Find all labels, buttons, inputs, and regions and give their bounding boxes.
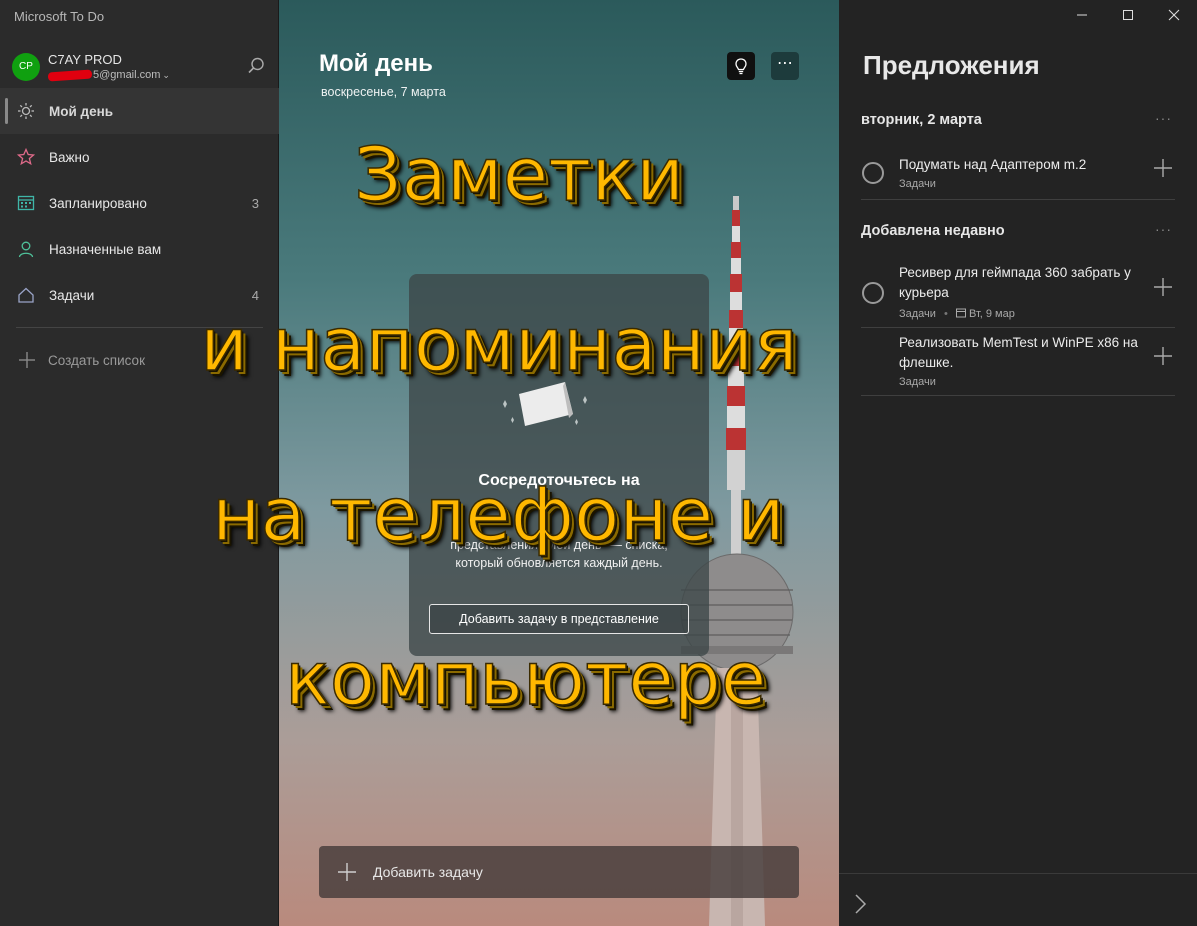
suggestion-list: Задачи <box>899 308 936 320</box>
chevron-right-icon <box>855 894 867 914</box>
paper-illustration-icon <box>503 382 587 426</box>
person-icon <box>18 241 34 258</box>
home-icon <box>18 287 34 303</box>
star-icon <box>17 148 35 166</box>
plus-icon <box>19 352 35 368</box>
complete-checkbox[interactable] <box>862 162 884 184</box>
account-email-text: 5@gmail.com <box>93 69 161 81</box>
add-task-placeholder: Добавить задачу <box>373 864 483 880</box>
suggestions-title: Предложения <box>863 50 1040 80</box>
focus-description: представления "Мой день" — списка, котор… <box>429 536 689 572</box>
focus-desc-line: который обновляется каждый день. <box>455 556 663 570</box>
suggestion-item[interactable]: Подумать над Адаптером m.2 Задачи <box>861 146 1175 200</box>
sidebar-item-my-day[interactable]: Мой день <box>0 88 279 134</box>
divider <box>16 327 263 328</box>
plus-icon <box>338 863 356 881</box>
meta-separator: • <box>944 308 948 320</box>
account-name: C7AY PROD <box>48 52 122 67</box>
account-switcher[interactable]: CP C7AY PROD 5@gmail.com ⌄ <box>12 50 267 84</box>
suggestion-text: Подумать над Адаптером m.2 <box>899 157 1087 172</box>
focus-desc-line: представления "Мой день" — списка, <box>450 538 668 552</box>
maximize-icon <box>1123 10 1133 20</box>
lightbulb-icon <box>735 58 747 75</box>
suggestions-button[interactable] <box>727 52 755 80</box>
complete-checkbox[interactable] <box>862 282 884 304</box>
redaction-mark <box>47 69 93 82</box>
minimize-button[interactable] <box>1059 0 1105 30</box>
add-to-my-day-icon[interactable] <box>1153 346 1173 366</box>
sidebar-item-planned[interactable]: Запланировано 3 <box>0 180 279 226</box>
create-list-label: Создать список <box>48 352 145 368</box>
suggestion-list: Задачи <box>899 376 936 388</box>
create-list-button[interactable]: Создать список <box>0 337 279 383</box>
suggestion-text: Ресивер для геймпада 360 забрать у курье… <box>899 265 1131 300</box>
add-task-to-view-button[interactable]: Добавить задачу в представление <box>429 604 689 634</box>
sidebar-item-label: Запланировано <box>49 195 147 211</box>
sidebar-item-count: 4 <box>251 287 259 303</box>
group-more-button[interactable]: ··· <box>1155 221 1172 237</box>
sidebar-item-count: 3 <box>251 195 259 211</box>
add-task-input[interactable]: Добавить задачу <box>319 846 799 898</box>
maximize-button[interactable] <box>1105 0 1151 30</box>
group-title: Добавлена недавно <box>861 223 1005 239</box>
suggestion-due: Вт, 9 мар <box>968 308 1015 320</box>
minimize-icon <box>1077 14 1087 16</box>
account-email: 5@gmail.com ⌄ <box>47 69 170 82</box>
sidebar-item-label: Назначенные вам <box>49 241 162 257</box>
expand-panel-button[interactable] <box>839 873 1197 926</box>
sidebar-item-label: Мой день <box>49 103 114 119</box>
app-title: Microsoft To Do <box>14 9 105 24</box>
focus-title: Сосредоточьтесь на <box>478 472 640 489</box>
focus-card: Сосредоточьтесь на представления "Мой де… <box>409 274 709 656</box>
suggestion-text: Реализовать MemTest и WinPE x86 на флешк… <box>899 335 1138 370</box>
sun-icon <box>18 103 34 119</box>
sidebar: Microsoft To Do CP C7AY PROD 5@gmail.com… <box>0 0 279 926</box>
more-icon: ⋯ <box>777 55 793 72</box>
avatar: CP <box>12 53 40 81</box>
sidebar-item-label: Важно <box>49 149 90 165</box>
add-to-my-day-icon[interactable] <box>1153 277 1173 297</box>
suggestion-list: Задачи <box>899 178 936 190</box>
sidebar-item-tasks[interactable]: Задачи 4 <box>0 272 279 318</box>
chevron-down-icon: ⌄ <box>162 70 170 80</box>
suggestion-item[interactable]: Реализовать MemTest и WinPE x86 на флешк… <box>861 329 1175 396</box>
more-options-button[interactable]: ⋯ <box>771 52 799 80</box>
close-button[interactable] <box>1151 0 1197 30</box>
suggestion-meta: Задачи • Вт, 9 мар <box>899 308 1015 320</box>
page-date: воскресенье, 7 марта <box>321 85 446 99</box>
sidebar-item-important[interactable]: Важно <box>0 134 279 180</box>
sidebar-nav: Мой день Важно Запланировано 3 Назначенн… <box>0 88 279 383</box>
suggestions-panel: Предложения вторник, 2 марта ··· Подумат… <box>839 0 1197 926</box>
calendar-icon <box>17 195 35 211</box>
add-to-my-day-icon[interactable] <box>1153 158 1173 178</box>
group-more-button[interactable]: ··· <box>1155 110 1172 126</box>
sidebar-item-label: Задачи <box>49 287 95 303</box>
calendar-icon <box>955 308 966 318</box>
my-day-view: Мой день воскресенье, 7 марта ⋯ Сосредот… <box>279 0 839 926</box>
search-icon[interactable] <box>246 56 266 76</box>
sidebar-item-assigned[interactable]: Назначенные вам <box>0 226 279 272</box>
group-title: вторник, 2 марта <box>861 112 982 128</box>
page-title: Мой день <box>319 50 433 77</box>
suggestion-item[interactable]: Ресивер для геймпада 360 забрать у курье… <box>861 256 1175 328</box>
close-icon <box>1168 9 1180 21</box>
